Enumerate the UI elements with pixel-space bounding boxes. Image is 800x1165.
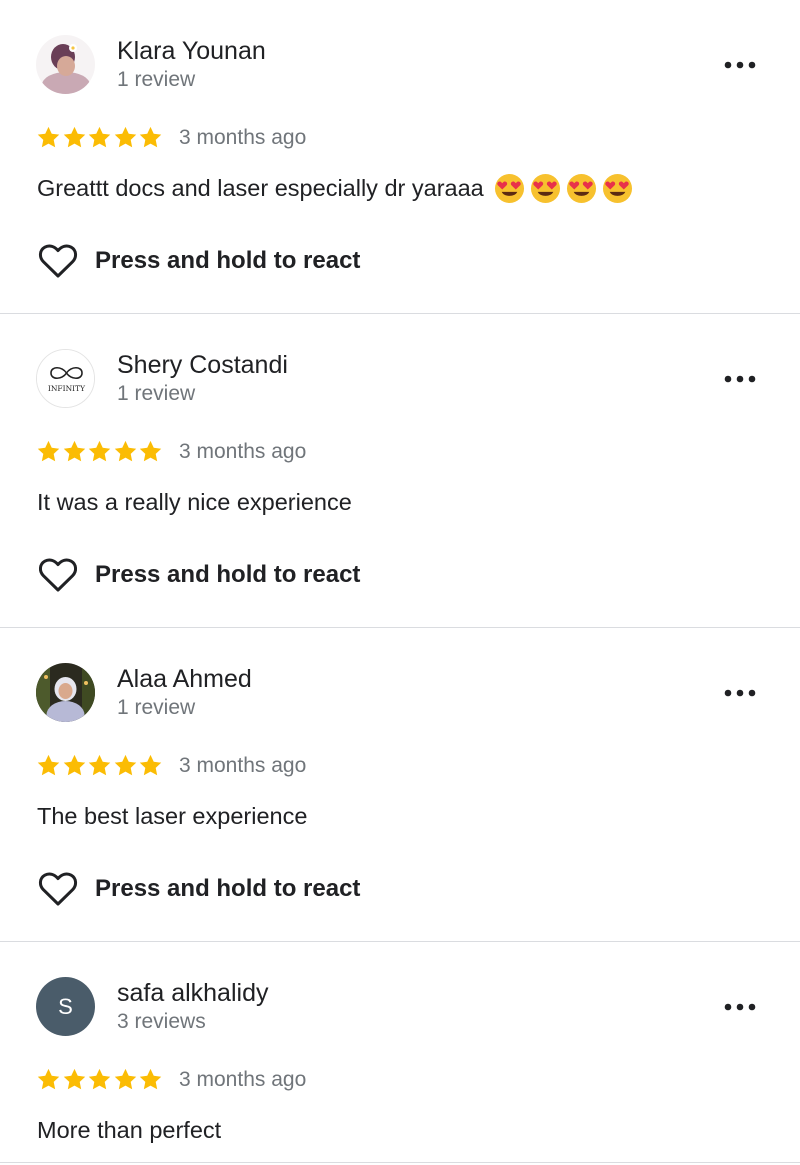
avatar-logo-text: INFINITY <box>48 384 86 393</box>
review-text-row: Greattt docs and laser especially dr yar… <box>37 172 633 204</box>
review-card: S safa alkhalidy 3 reviews 3 months ago … <box>0 942 800 1163</box>
reviewer-name[interactable]: Shery Costandi <box>117 351 288 379</box>
avatar-letter: S <box>58 993 73 1019</box>
reviewer-name[interactable]: Klara Younan <box>117 37 266 65</box>
reviews-list: Klara Younan 1 review 3 months ago Great… <box>0 0 800 1165</box>
star-icon <box>37 126 60 147</box>
review-text-row: It was a really nice experience <box>37 486 352 518</box>
more-options-icon[interactable] <box>718 678 762 708</box>
react-label: Press and hold to react <box>95 875 361 902</box>
react-label: Press and hold to react <box>95 247 361 274</box>
star-icon <box>63 126 85 147</box>
photo-avatar-image <box>36 663 95 722</box>
star-icon <box>63 1068 85 1089</box>
star-icon <box>139 126 162 147</box>
star-rating <box>36 1065 164 1093</box>
heart-eyes-emoji <box>602 173 632 203</box>
review-card: INFINITY Shery Costandi 1 review 3 month… <box>0 314 800 628</box>
more-options-icon[interactable] <box>718 50 762 80</box>
review-date: 3 months ago <box>179 440 307 463</box>
review-date: 3 months ago <box>179 1068 307 1091</box>
heart-outline-icon <box>38 872 78 906</box>
star-icon <box>114 754 136 775</box>
reviewer-avatar[interactable] <box>36 663 95 722</box>
star-icon <box>114 126 136 147</box>
star-rating <box>36 437 164 465</box>
review-text: Greattt docs and laser especially dr yar… <box>37 175 484 201</box>
react-label: Press and hold to react <box>95 561 361 588</box>
review-card: Klara Younan 1 review 3 months ago Great… <box>0 0 800 314</box>
heart-eyes-emoji <box>566 173 596 203</box>
star-icon <box>88 754 111 775</box>
reviewer-avatar[interactable] <box>36 35 95 94</box>
heart-eyes-emoji <box>494 173 524 203</box>
star-icon <box>88 1068 111 1089</box>
heart-outline-icon <box>38 244 78 278</box>
infinity-logo-icon: INFINITY <box>37 350 94 407</box>
star-icon <box>88 440 111 461</box>
star-icon <box>63 440 85 461</box>
review-text-row: The best laser experience <box>37 800 307 832</box>
star-rating <box>36 123 164 151</box>
star-icon <box>37 1068 60 1089</box>
star-rating <box>36 751 164 779</box>
star-icon <box>114 1068 136 1089</box>
star-icon <box>139 1068 162 1089</box>
reviewer-review-count: 3 reviews <box>117 1010 206 1033</box>
star-icon <box>114 440 136 461</box>
reviewer-avatar[interactable]: INFINITY <box>36 349 95 408</box>
review-text-row: More than perfect <box>37 1114 221 1146</box>
react-button[interactable]: Press and hold to react <box>38 243 360 279</box>
star-icon <box>139 440 162 461</box>
more-options-icon[interactable] <box>718 992 762 1022</box>
review-date: 3 months ago <box>179 126 307 149</box>
heart-outline-icon <box>38 558 78 592</box>
star-icon <box>37 440 60 461</box>
review-date: 3 months ago <box>179 754 307 777</box>
heart-eyes-emoji <box>530 173 560 203</box>
star-icon <box>37 754 60 775</box>
reviewer-name[interactable]: safa alkhalidy <box>117 979 268 1007</box>
star-icon <box>63 754 85 775</box>
reviewer-avatar[interactable]: S <box>36 977 95 1036</box>
more-options-icon[interactable] <box>718 364 762 394</box>
review-text: More than perfect <box>37 1117 222 1143</box>
reviewer-review-count: 1 review <box>117 382 196 405</box>
star-icon <box>139 754 162 775</box>
review-text: The best laser experience <box>37 803 308 829</box>
reviewer-review-count: 1 review <box>117 696 196 719</box>
reviewer-review-count: 1 review <box>117 68 196 91</box>
photo-avatar-image <box>36 35 95 94</box>
react-button[interactable]: Press and hold to react <box>38 871 360 907</box>
react-button[interactable]: Press and hold to react <box>38 557 360 593</box>
reviewer-name[interactable]: Alaa Ahmed <box>117 665 252 693</box>
star-icon <box>88 126 111 147</box>
review-card: Alaa Ahmed 1 review 3 months ago The bes… <box>0 628 800 942</box>
review-text: It was a really nice experience <box>37 489 352 515</box>
